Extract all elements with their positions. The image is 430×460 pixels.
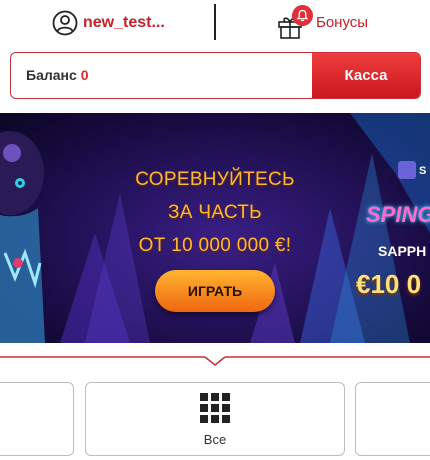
game-provider-logo xyxy=(398,161,416,179)
promo-text: СОРЕВНУЙТЕСЬ ЗА ЧАСТЬ ОТ 10 000 000 €! xyxy=(110,163,320,262)
user-profile-link[interactable]: new_test... xyxy=(52,8,165,38)
top-bar: new_test... Бонусы xyxy=(0,0,430,46)
balance-bar: Баланс 0 Касса xyxy=(10,52,421,99)
bonuses-label: Бонусы xyxy=(316,13,369,31)
promo-line-1: СОРЕВНУЙТЕСЬ xyxy=(135,169,295,190)
page: new_test... Бонусы Баланс 0 Касса S SPIN… xyxy=(0,0,430,460)
gift-icon-wrap xyxy=(277,5,315,39)
slot-provider-text: S xyxy=(419,165,427,177)
slot-game-subtitle: SAPPH xyxy=(378,243,427,259)
promo-banner[interactable]: S SPING SAPPH €10 0 СОРЕВНУЙТЕСЬ ЗА ЧАСТ… xyxy=(0,113,430,343)
promo-line-2: ЗА ЧАСТЬ xyxy=(168,202,262,223)
category-card-previous[interactable] xyxy=(0,382,74,456)
slot-game-title: SPING xyxy=(366,202,430,227)
promo-line-3: ОТ 10 000 000 €! xyxy=(138,235,292,256)
play-button[interactable]: ИГРАТЬ xyxy=(155,270,275,312)
grid-icon xyxy=(200,393,230,423)
balance-value: 0 xyxy=(80,67,89,83)
slot-prize-amount: €10 0 xyxy=(356,269,422,299)
notification-badge xyxy=(292,5,313,26)
balance-text: Баланс 0 xyxy=(26,53,89,98)
category-divider xyxy=(0,356,430,367)
category-card-next[interactable] xyxy=(355,382,430,456)
username: new_test... xyxy=(83,14,165,31)
bonuses-link[interactable]: Бонусы xyxy=(277,4,368,40)
header-divider xyxy=(214,4,216,40)
category-all-label: Все xyxy=(203,432,227,447)
category-card-all[interactable]: Все xyxy=(85,382,345,456)
cashier-button[interactable]: Касса xyxy=(312,53,420,98)
bell-icon xyxy=(296,9,309,22)
balance-label: Баланс xyxy=(26,67,77,83)
user-circle-icon xyxy=(52,10,78,36)
